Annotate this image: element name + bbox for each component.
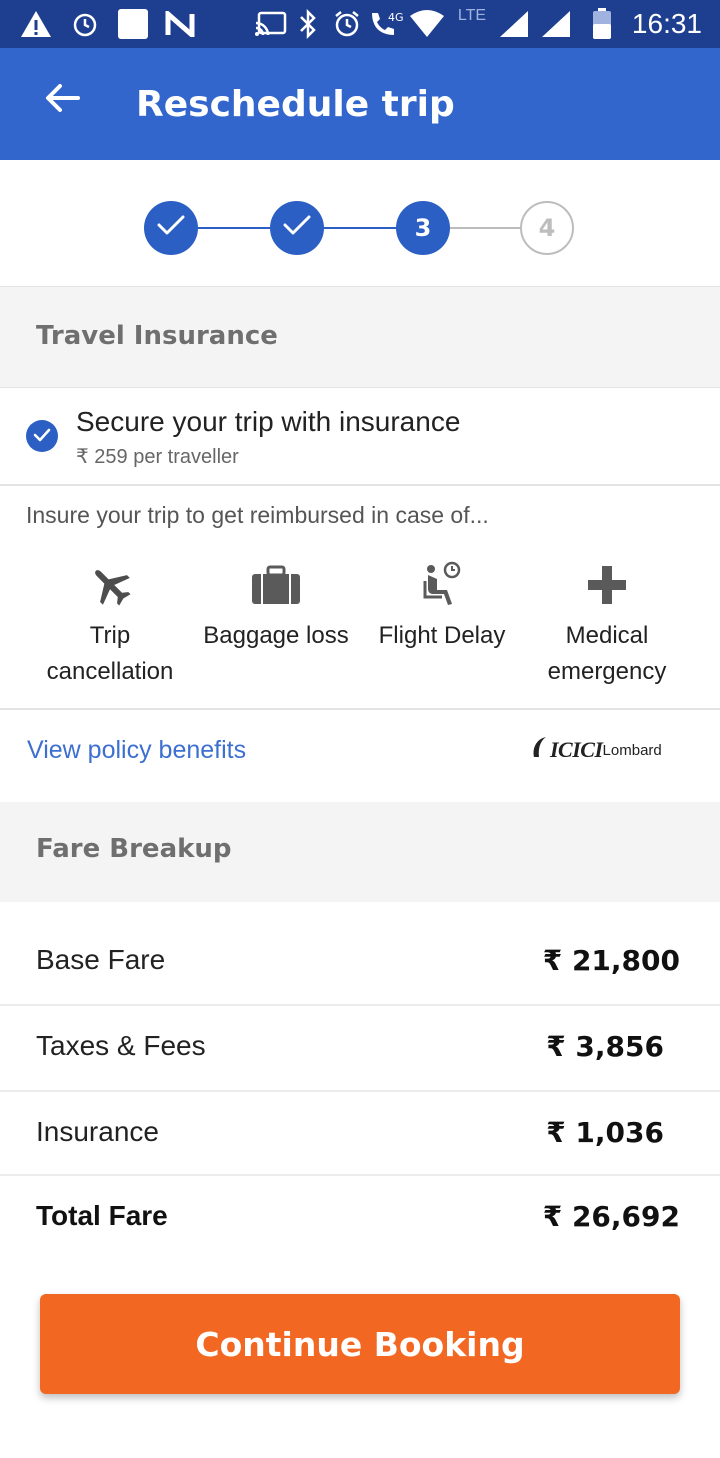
- benefit-label: emergency: [547, 658, 667, 685]
- insurance-benefits: Trip cancellation Baggage loss Flight De…: [0, 556, 720, 708]
- logo-text: ICICI: [550, 737, 603, 762]
- check-icon: [157, 214, 185, 242]
- benefit-baggage-loss: Baggage loss: [186, 556, 366, 654]
- battery-icon: [590, 0, 614, 48]
- total-fare-amount: ₹ 26,692: [542, 1200, 680, 1233]
- wifi-icon: [408, 0, 446, 48]
- step-connector: [450, 227, 522, 229]
- benefit-label: Medical: [565, 622, 649, 649]
- page-title: Reschedule trip: [136, 83, 455, 125]
- benefit-label: Trip: [89, 622, 131, 649]
- insurance-section-title: Travel Insurance: [36, 321, 278, 351]
- fare-amount: ₹ 3,856: [546, 1030, 664, 1063]
- continue-booking-button[interactable]: Continue Booking: [40, 1294, 680, 1394]
- insurance-section-header: Travel Insurance: [0, 286, 720, 388]
- fare-label: Taxes & Fees: [36, 1030, 206, 1061]
- logo-mark-icon: [530, 735, 550, 766]
- airplane-icon: [88, 563, 132, 611]
- fare-row-base: Base Fare ₹ 21,800: [0, 920, 720, 1006]
- step-connector: [198, 227, 270, 229]
- total-fare-label: Total Fare: [36, 1200, 168, 1231]
- fare-section-title: Fare Breakup: [36, 834, 232, 864]
- insurance-option[interactable]: Secure your trip with insurance ₹ 259 pe…: [0, 388, 720, 486]
- signal-icon: [540, 0, 572, 48]
- view-policy-benefits-link[interactable]: View policy benefits: [27, 736, 246, 765]
- alarm-icon: [70, 0, 100, 48]
- step-connector: [324, 227, 396, 229]
- svg-text:4G: 4G: [388, 11, 404, 24]
- benefit-trip-cancellation: Trip cancellation: [20, 556, 200, 690]
- alert-icon: [18, 0, 54, 48]
- step-1-done: [144, 201, 198, 255]
- fare-amount: ₹ 1,036: [546, 1116, 664, 1149]
- fare-section-header: Fare Breakup: [0, 802, 720, 902]
- benefit-flight-delay: Flight Delay: [352, 556, 532, 654]
- seat-clock-icon: [422, 561, 462, 613]
- fare-label: Insurance: [36, 1116, 159, 1147]
- status-time: 16:31: [631, 8, 702, 39]
- fare-amount: ₹ 21,800: [542, 944, 680, 977]
- insurance-description: Insure your trip to get reimbursed in ca…: [26, 502, 489, 528]
- app-bar: Reschedule trip: [0, 48, 720, 160]
- step-2-done: [270, 201, 324, 255]
- step-4-pending: 4: [520, 201, 574, 255]
- benefit-medical-emergency: Medical emergency: [517, 556, 697, 690]
- notification-icon: [116, 0, 150, 48]
- lte-label: LTE: [457, 7, 487, 24]
- check-icon: [33, 427, 51, 446]
- logo-text: Lombard: [602, 741, 662, 759]
- bluetooth-icon: [296, 0, 320, 48]
- check-icon: [283, 214, 311, 242]
- insurance-checkbox[interactable]: [26, 420, 58, 452]
- progress-stepper: 3 4: [0, 160, 720, 286]
- briefcase-icon: [251, 565, 301, 609]
- icici-lombard-logo: ICICI Lombard: [530, 728, 690, 772]
- benefit-label: Baggage loss: [203, 622, 349, 649]
- medical-cross-icon: [587, 565, 627, 609]
- divider: [0, 708, 720, 710]
- cast-icon: [254, 0, 288, 48]
- fare-row-taxes: Taxes & Fees ₹ 3,856: [0, 1006, 720, 1092]
- back-button[interactable]: [32, 70, 92, 130]
- fare-row-total: Total Fare ₹ 26,692: [0, 1176, 720, 1262]
- step-3-current: 3: [396, 201, 450, 255]
- arrow-back-icon: [44, 82, 80, 118]
- insurance-option-title: Secure your trip with insurance: [76, 406, 461, 437]
- benefit-label: cancellation: [46, 658, 174, 685]
- status-bar: 4G LTE 16:31: [0, 0, 720, 48]
- n-icon: [164, 0, 196, 48]
- volte-icon: 4G: [368, 0, 404, 48]
- signal-icon: [498, 0, 530, 48]
- alarm-icon: [332, 0, 362, 48]
- fare-row-insurance: Insurance ₹ 1,036: [0, 1092, 720, 1178]
- fare-label: Base Fare: [36, 944, 166, 975]
- insurance-option-price: ₹ 259 per traveller: [76, 446, 239, 468]
- benefit-label: Flight Delay: [378, 622, 506, 649]
